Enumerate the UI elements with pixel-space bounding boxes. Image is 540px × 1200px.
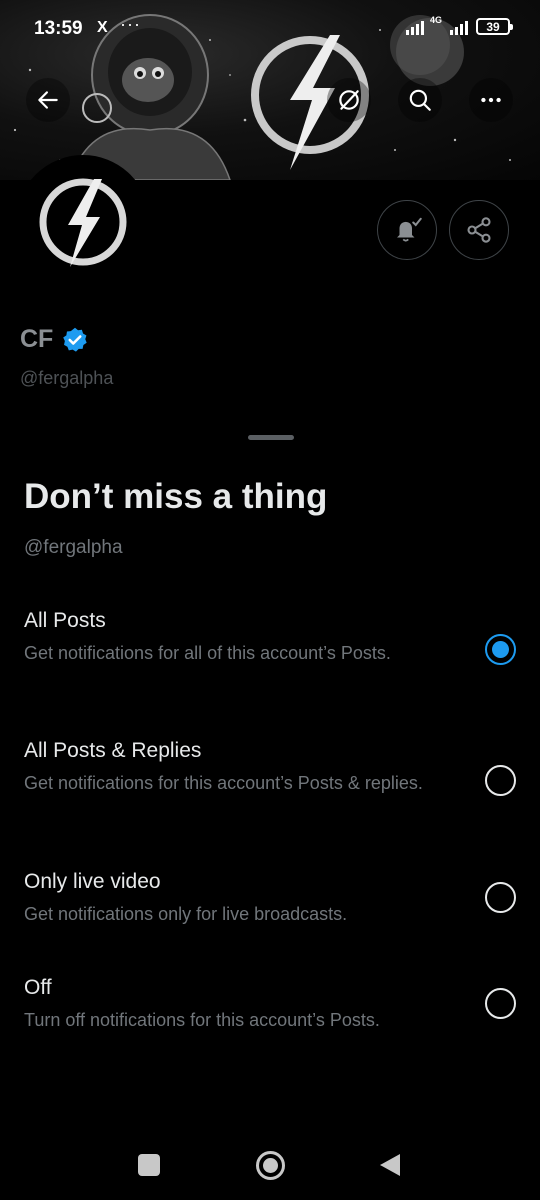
- option-description: Turn off notifications for this account’…: [24, 1010, 380, 1030]
- arrow-left-icon: [38, 91, 58, 109]
- cell-signal-icon: [450, 19, 468, 35]
- system-back-button[interactable]: [380, 1154, 400, 1176]
- bell-check-icon: [397, 217, 422, 242]
- wifi-signal-icon: [405, 19, 424, 35]
- option-title: Only live video: [24, 870, 161, 893]
- sheet-drag-handle[interactable]: [248, 435, 294, 440]
- option-title: All Posts & Replies: [24, 739, 202, 762]
- grok-button[interactable]: [327, 78, 371, 122]
- option-description: Get notifications for all of this accoun…: [24, 643, 391, 663]
- status-bar: 13:59 X ··· 4G 39: [0, 0, 540, 58]
- network-type: 4G: [429, 14, 442, 25]
- option-description: Get notifications only for live broadcas…: [24, 904, 348, 924]
- option-all-posts-replies[interactable]: All Posts & Replies Get notifications fo…: [0, 739, 540, 829]
- option-all-posts[interactable]: All Posts Get notifications for all of t…: [0, 609, 540, 699]
- profile-name-row: CF: [20, 325, 89, 354]
- notification-options-sheet: Don’t miss a thing @fergalpha All Posts …: [0, 422, 540, 1134]
- x-app-icon: X: [97, 19, 108, 36]
- more-button[interactable]: [469, 78, 513, 122]
- recent-apps-button[interactable]: [138, 1154, 160, 1176]
- battery-icon: 39: [476, 18, 513, 35]
- option-only-live-video[interactable]: Only live video Get notifications only f…: [0, 870, 540, 940]
- more-notifications-indicator: ···: [120, 14, 141, 34]
- option-description: Get notifications for this account’s Pos…: [24, 773, 423, 793]
- more-horizontal-icon: [481, 97, 501, 103]
- system-navigation-bar: [0, 1134, 540, 1200]
- profile-handle: @fergalpha: [20, 368, 114, 388]
- radio-off[interactable]: [485, 988, 516, 1019]
- notification-settings-button[interactable]: [377, 200, 437, 260]
- back-button[interactable]: [26, 78, 70, 122]
- grok-icon: [339, 90, 359, 110]
- search-button[interactable]: [398, 78, 442, 122]
- option-title: Off: [24, 976, 52, 999]
- verified-badge-icon: [63, 327, 87, 352]
- option-off[interactable]: Off Turn off notifications for this acco…: [0, 976, 540, 1046]
- option-title: All Posts: [24, 609, 106, 632]
- search-icon: [409, 89, 431, 111]
- radio-all-posts[interactable]: [485, 634, 516, 665]
- profile-banner: 13:59 X ··· 4G 39: [0, 0, 540, 180]
- sheet-title: Don’t miss a thing: [24, 477, 328, 516]
- sheet-handle: @fergalpha: [24, 537, 123, 558]
- battery-level: 39: [486, 19, 500, 34]
- status-time: 13:59: [34, 18, 83, 39]
- lightning-logo-icon: [39, 178, 127, 267]
- radio-all-posts-replies[interactable]: [485, 765, 516, 796]
- home-button[interactable]: [256, 1151, 285, 1180]
- radio-only-live-video[interactable]: [485, 882, 516, 913]
- share-icon: [467, 217, 491, 243]
- profile-name: CF: [20, 325, 54, 353]
- avatar[interactable]: [16, 155, 150, 289]
- share-profile-button[interactable]: [449, 200, 509, 260]
